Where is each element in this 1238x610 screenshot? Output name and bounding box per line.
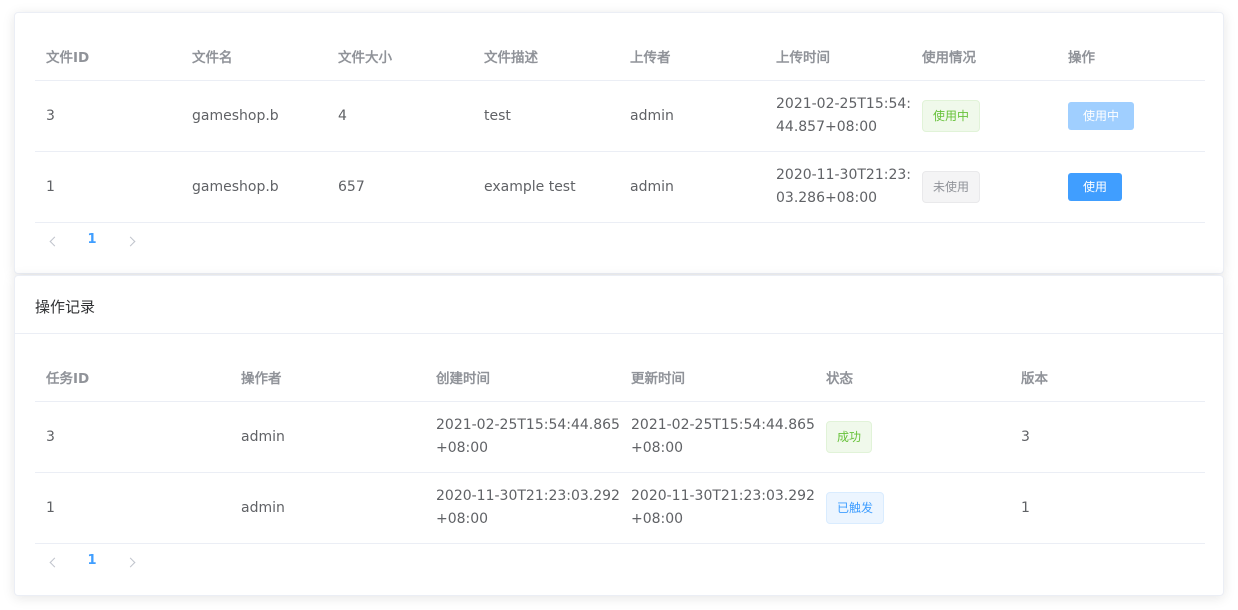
files-pagination: 1: [35, 223, 1205, 255]
status-cell: 已触发: [815, 492, 1010, 524]
table-row: 3 admin 2021-02-25T15:54:44.865 +08:00 2…: [35, 402, 1205, 473]
usage-status-badge: 使用中: [922, 100, 981, 132]
created-time-line-1: 2021-02-25T15:54:44.865: [436, 417, 620, 433]
in-use-button[interactable]: 使用中: [1068, 102, 1135, 130]
column-header-file-size: 文件大小: [338, 50, 392, 66]
chevron-right-icon[interactable]: [111, 230, 149, 249]
upload-time-line-2: 44.857+08:00: [776, 119, 878, 135]
file-id: 1: [46, 178, 55, 195]
column-header-status: 状态: [826, 371, 853, 387]
usage-status-badge: 未使用: [922, 171, 981, 203]
page-number[interactable]: 1: [73, 232, 111, 247]
operation-log-table: 任务ID 操作者 创建时间 更新时间 状态 版本 3 admin 2021-02…: [35, 358, 1205, 576]
column-header-uploader: 上传者: [630, 50, 671, 66]
log-pagination: 1: [35, 544, 1205, 576]
card-title: 操作记录: [15, 276, 1223, 334]
updated-time-line-2: +08:00: [631, 440, 684, 456]
file-uploader: admin: [630, 107, 674, 124]
created-time: 2020-11-30T21:23:03.292 +08:00: [425, 485, 620, 531]
task-id: 3: [46, 428, 55, 445]
task-id: 1: [46, 499, 55, 516]
file-desc: example test: [484, 178, 576, 195]
usage-cell: 使用中: [911, 100, 1057, 132]
files-table: 文件ID 文件名 文件大小 文件描述 上传者 上传时间 使用情况 操作 3 ga…: [35, 37, 1205, 255]
updated-time-line-1: 2020-11-30T21:23:03.292: [631, 488, 815, 504]
column-header-created: 创建时间: [436, 371, 490, 387]
file-size: 4: [338, 107, 347, 124]
file-id: 3: [46, 107, 55, 124]
created-time-line-2: +08:00: [436, 440, 489, 456]
operator: admin: [241, 499, 285, 516]
log-table-header: 任务ID 操作者 创建时间 更新时间 状态 版本: [35, 358, 1205, 402]
column-header-updated: 更新时间: [631, 371, 685, 387]
action-cell: 使用中: [1057, 102, 1205, 130]
created-time-line-1: 2020-11-30T21:23:03.292: [436, 488, 620, 504]
created-time-line-2: +08:00: [436, 511, 489, 527]
column-header-upload-time: 上传时间: [776, 50, 830, 66]
updated-time: 2021-02-25T15:54:44.865 +08:00: [620, 414, 815, 460]
page-number[interactable]: 1: [73, 553, 111, 568]
file-uploader: admin: [630, 178, 674, 195]
column-header-version: 版本: [1021, 371, 1048, 387]
created-time: 2021-02-25T15:54:44.865 +08:00: [425, 414, 620, 460]
files-table-header: 文件ID 文件名 文件大小 文件描述 上传者 上传时间 使用情况 操作: [35, 37, 1205, 81]
file-desc: test: [484, 107, 511, 124]
updated-time-line-1: 2021-02-25T15:54:44.865: [631, 417, 815, 433]
updated-time: 2020-11-30T21:23:03.292 +08:00: [620, 485, 815, 531]
table-row: 3 gameshop.b 4 test admin 2021-02-25T15:…: [35, 81, 1205, 152]
column-header-file-desc: 文件描述: [484, 50, 538, 66]
chevron-left-icon[interactable]: [35, 230, 73, 249]
use-button[interactable]: 使用: [1068, 173, 1123, 201]
column-header-usage: 使用情况: [922, 50, 976, 66]
files-card: 文件ID 文件名 文件大小 文件描述 上传者 上传时间 使用情况 操作 3 ga…: [14, 12, 1224, 274]
operation-log-card: 操作记录 任务ID 操作者 创建时间 更新时间 状态 版本 3 admin 20…: [14, 275, 1224, 596]
file-name: gameshop.b: [192, 107, 279, 124]
operator: admin: [241, 428, 285, 445]
status-cell: 成功: [815, 421, 1010, 453]
column-header-file-id: 文件ID: [46, 50, 90, 66]
chevron-left-icon[interactable]: [35, 551, 73, 570]
column-header-action: 操作: [1068, 50, 1095, 66]
version: 3: [1021, 428, 1030, 445]
upload-time-line-2: 03.286+08:00: [776, 190, 878, 206]
upload-time: 2021-02-25T15:54: 44.857+08:00: [765, 93, 911, 139]
upload-time-line-1: 2021-02-25T15:54:: [776, 96, 911, 112]
action-cell: 使用: [1057, 173, 1205, 201]
column-header-file-name: 文件名: [192, 50, 233, 66]
usage-cell: 未使用: [911, 171, 1057, 203]
table-row: 1 admin 2020-11-30T21:23:03.292 +08:00 2…: [35, 473, 1205, 544]
column-header-task-id: 任务ID: [46, 371, 90, 387]
version: 1: [1021, 499, 1030, 516]
file-size: 657: [338, 178, 365, 195]
table-row: 1 gameshop.b 657 example test admin 2020…: [35, 152, 1205, 223]
column-header-operator: 操作者: [241, 371, 282, 387]
status-badge: 成功: [826, 421, 873, 453]
file-name: gameshop.b: [192, 178, 279, 195]
status-badge: 已触发: [826, 492, 885, 524]
upload-time-line-1: 2020-11-30T21:23:: [776, 167, 911, 183]
chevron-right-icon[interactable]: [111, 551, 149, 570]
upload-time: 2020-11-30T21:23: 03.286+08:00: [765, 164, 911, 210]
updated-time-line-2: +08:00: [631, 511, 684, 527]
